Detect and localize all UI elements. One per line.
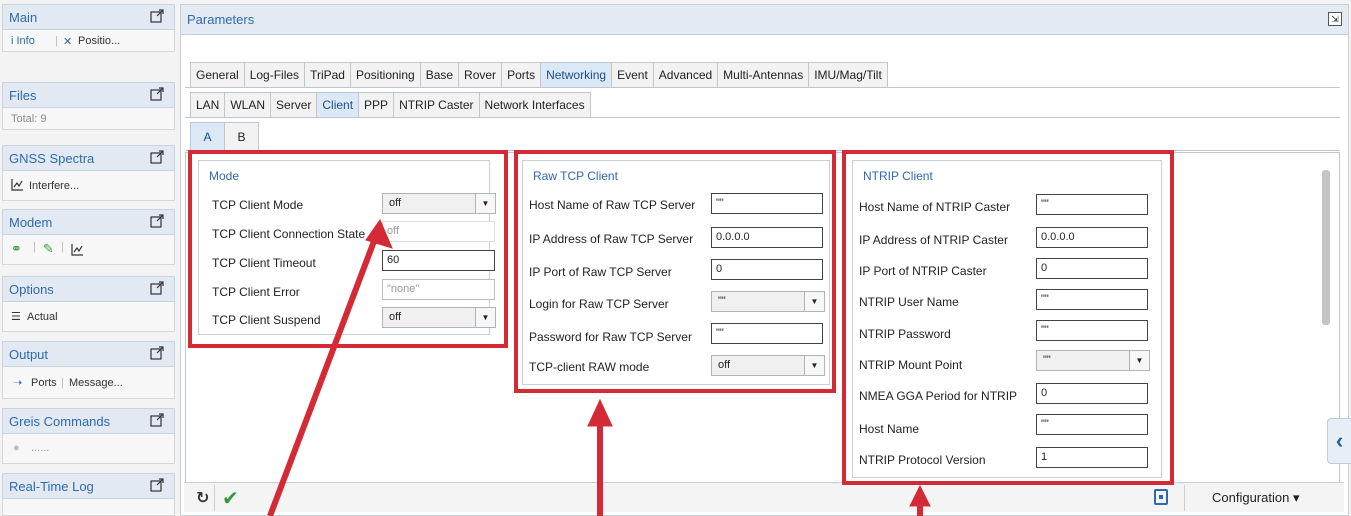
sidebar-rtlog-header[interactable]: Real-Time Log xyxy=(2,473,175,499)
sidebar-main-title: Main xyxy=(9,10,38,25)
expand-side-panel-icon[interactable]: ‹ xyxy=(1327,418,1351,464)
sidebar-options-body: ☰ Actual xyxy=(2,302,175,332)
refresh-icon[interactable]: ↻ xyxy=(196,488,209,508)
sidebar-interference-link[interactable]: Interfere... xyxy=(29,180,79,192)
sidebar-greis-body: ● ...... xyxy=(2,434,175,464)
status-dot-icon: ● xyxy=(13,442,20,454)
sidebar-ports-link[interactable]: Ports xyxy=(31,377,57,389)
sidebar-output-header[interactable]: Output xyxy=(2,341,175,367)
tab-general[interactable]: General xyxy=(190,62,245,87)
sidebar-spectra-title: GNSS Spectra xyxy=(9,151,95,166)
sidebar-options-title: Options xyxy=(9,282,54,297)
client-tab-b[interactable]: B xyxy=(224,122,259,150)
sidebar-modem-body: ⚭ | ✎ | xyxy=(2,235,175,265)
sidebar-options-header[interactable]: Options xyxy=(2,276,175,302)
sidebar-messages-link[interactable]: Message... xyxy=(69,377,123,389)
subtab-lan[interactable]: LAN xyxy=(190,92,226,117)
external-window-icon[interactable] xyxy=(150,150,164,164)
tab-multi-antennas[interactable]: Multi-Antennas xyxy=(717,62,810,87)
device-icon[interactable] xyxy=(1154,489,1168,505)
sidebar-files-header[interactable]: Files xyxy=(2,82,175,108)
sidebar: Main i Info | ✕ Positio... Files Total: … xyxy=(0,0,178,516)
client-tab-a[interactable]: A xyxy=(190,122,225,150)
tab-rover[interactable]: Rover xyxy=(458,62,503,87)
sidebar-modem-title: Modem xyxy=(9,215,53,230)
subtab-network-interfaces[interactable]: Network Interfaces xyxy=(478,92,591,117)
external-window-icon[interactable] xyxy=(150,9,164,23)
configuration-menu[interactable]: Configuration ▾ xyxy=(1212,490,1299,506)
external-window-icon[interactable] xyxy=(150,214,164,228)
files-total: Total: 9 xyxy=(11,113,47,125)
sidebar-info-link[interactable]: i Info xyxy=(11,35,35,47)
panel-title: Parameters xyxy=(187,12,255,27)
sidebar-output-body: ➝ Ports | Message... xyxy=(2,367,175,399)
subtab-ppp[interactable]: PPP xyxy=(358,92,395,117)
external-window-icon[interactable] xyxy=(150,87,164,101)
tab-base[interactable]: Base xyxy=(419,62,460,87)
list-icon: ☰ xyxy=(11,311,21,323)
highlight-mode-box xyxy=(188,150,508,348)
external-window-icon[interactable] xyxy=(150,346,164,360)
apply-check-icon[interactable]: ✔ xyxy=(222,486,239,511)
vertical-scrollbar[interactable] xyxy=(1322,170,1330,325)
tab-log-files[interactable]: Log-Files xyxy=(243,62,306,87)
tab-ports[interactable]: Ports xyxy=(501,62,542,87)
tab-tripad[interactable]: TriPad xyxy=(304,62,351,87)
sidebar-spectra-header[interactable]: GNSS Spectra xyxy=(2,145,175,171)
sidebar-position-link[interactable]: Positio... xyxy=(78,35,120,47)
sidebar-modem-header[interactable]: Modem xyxy=(2,209,175,235)
sidebar-files-title: Files xyxy=(9,88,37,103)
arrow-right-icon: ➝ xyxy=(13,377,23,389)
highlight-raw-tcp-box xyxy=(514,150,836,393)
tab-event[interactable]: Event xyxy=(611,62,654,87)
parameters-header: Parameters ⇲ xyxy=(181,5,1348,35)
sidebar-greis-header[interactable]: Greis Commands xyxy=(2,408,175,434)
chart-icon xyxy=(11,179,23,191)
sidebar-main-header[interactable]: Main xyxy=(2,4,175,30)
sidebar-files-body: Total: 9 xyxy=(2,108,175,130)
client-instance-tabs: AB xyxy=(190,122,259,150)
external-window-icon[interactable] xyxy=(150,478,164,492)
sidebar-rtlog-title: Real-Time Log xyxy=(9,479,94,494)
external-window-icon[interactable] xyxy=(150,413,164,427)
collapse-icon[interactable]: ⇲ xyxy=(1328,12,1342,26)
subtab-ntrip-caster[interactable]: NTRIP Caster xyxy=(393,92,480,117)
subtab-client[interactable]: Client xyxy=(316,92,360,117)
tab-advanced[interactable]: Advanced xyxy=(652,62,719,87)
sidebar-spectra-body: Interfere... xyxy=(2,171,175,201)
networking-tabs: LAN WLAN Server Client PPP NTRIP Caster Networ… xyxy=(190,92,591,117)
sidebar-actual-link[interactable]: Actual xyxy=(27,311,58,323)
bottom-toolbar: ↻ ✔ Configuration ▾ xyxy=(184,482,1344,512)
subtab-server[interactable]: Server xyxy=(270,92,318,117)
tab-imu-mag-tilt[interactable]: IMU/Mag/Tilt xyxy=(808,62,888,87)
sidebar-output-title: Output xyxy=(9,347,49,362)
subtab-wlan[interactable]: WLAN xyxy=(224,92,272,117)
link-icon[interactable]: ⚭ xyxy=(11,241,22,257)
external-window-icon[interactable] xyxy=(150,281,164,295)
main-tabs: General Log-Files TriPad Positioning Base Rov… xyxy=(190,62,888,87)
sidebar-rtlog-body xyxy=(2,499,175,516)
sidebar-main-body: i Info | ✕ Positio... xyxy=(2,30,175,52)
chart-icon[interactable] xyxy=(71,244,84,256)
satellite-icon: ✕ xyxy=(63,36,73,48)
sidebar-greis-item[interactable]: ...... xyxy=(31,442,49,454)
highlight-ntrip-box xyxy=(842,150,1174,485)
tab-positioning[interactable]: Positioning xyxy=(349,62,421,87)
sidebar-greis-title: Greis Commands xyxy=(9,414,111,429)
tab-networking[interactable]: Networking xyxy=(540,62,613,87)
phone-link-icon[interactable]: ✎ xyxy=(43,241,54,257)
